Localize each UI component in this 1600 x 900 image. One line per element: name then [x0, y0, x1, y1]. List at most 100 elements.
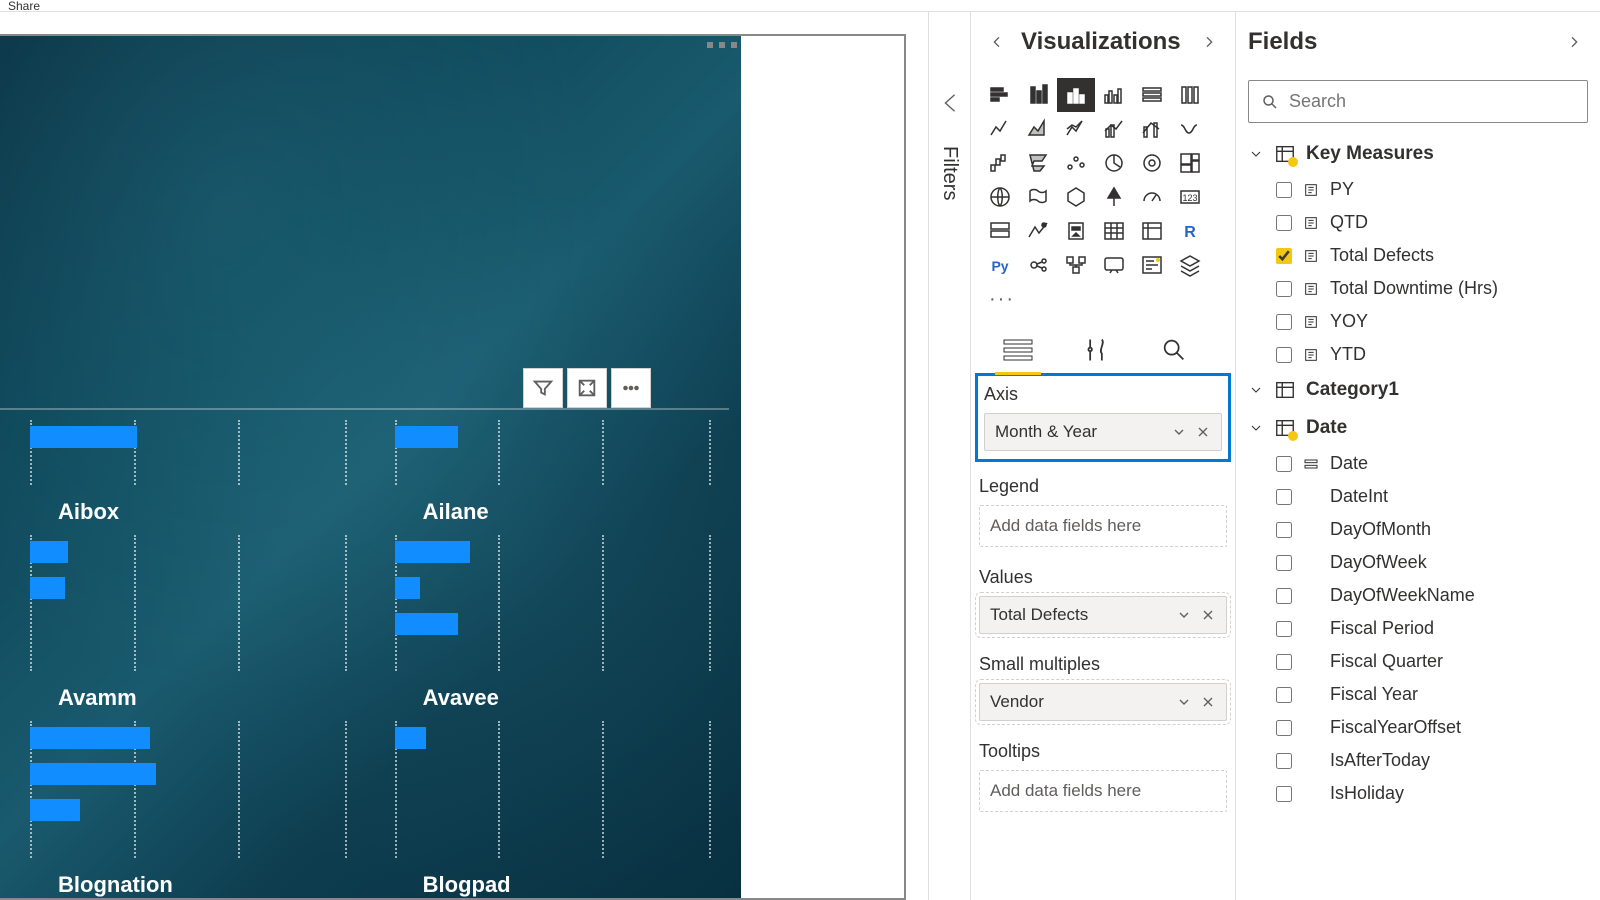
field-item[interactable]: Fiscal Period [1236, 612, 1600, 645]
field-item[interactable]: Fiscal Quarter [1236, 645, 1600, 678]
viz-type-shape-map[interactable] [1057, 180, 1095, 214]
filters-collapse-icon[interactable] [939, 92, 961, 114]
viz-type-100-bar[interactable] [1133, 78, 1171, 112]
chart-bar[interactable] [30, 577, 65, 599]
field-item[interactable]: DateInt [1236, 480, 1600, 513]
share-label[interactable]: Share [8, 0, 40, 13]
field-item[interactable]: PY [1236, 173, 1600, 206]
viz-type-area[interactable] [1019, 112, 1057, 146]
fields-search[interactable] [1248, 80, 1588, 123]
viz-type-stacked-column[interactable] [1057, 78, 1095, 112]
viz-type-donut[interactable] [1133, 146, 1171, 180]
field-item[interactable]: Total Downtime (Hrs) [1236, 272, 1600, 305]
viz-type-slicer[interactable] [1057, 214, 1095, 248]
viz-type-line-col2[interactable] [1133, 112, 1171, 146]
remove-field-icon[interactable] [1195, 424, 1211, 440]
field-checkbox[interactable] [1276, 248, 1292, 264]
field-checkbox[interactable] [1276, 347, 1292, 363]
viz-type-line[interactable] [981, 112, 1019, 146]
chart-bar[interactable] [395, 577, 420, 599]
chart-bar[interactable] [30, 763, 156, 785]
field-checkbox[interactable] [1276, 314, 1292, 330]
field-checkbox[interactable] [1276, 687, 1292, 703]
chart-bar[interactable] [30, 426, 137, 448]
remove-field-icon[interactable] [1200, 607, 1216, 623]
axis-field-pill[interactable]: Month & Year [984, 413, 1222, 451]
viz-type-map[interactable] [981, 180, 1019, 214]
viz-type-qa[interactable] [1095, 248, 1133, 282]
field-checkbox[interactable] [1276, 786, 1292, 802]
chart-bar[interactable] [395, 727, 426, 749]
values-field-pill[interactable]: Total Defects [979, 596, 1227, 634]
more-options-icon[interactable] [611, 368, 651, 408]
viz-type-narrative[interactable] [1133, 248, 1171, 282]
viz-type-waterfall[interactable] [981, 146, 1019, 180]
field-checkbox[interactable] [1276, 720, 1292, 736]
chart-bar[interactable] [30, 541, 68, 563]
field-item[interactable]: YOY [1236, 305, 1600, 338]
field-item[interactable]: QTD [1236, 206, 1600, 239]
field-checkbox[interactable] [1276, 281, 1292, 297]
search-input[interactable] [1289, 91, 1575, 112]
viz-more-icon[interactable]: ··· [971, 288, 1235, 319]
field-checkbox[interactable] [1276, 621, 1292, 637]
remove-field-icon[interactable] [1200, 694, 1216, 710]
viz-collapse-left-icon[interactable] [983, 28, 1011, 56]
sm-field-pill[interactable]: Vendor [979, 683, 1227, 721]
viz-type-card[interactable]: 123 [1171, 180, 1209, 214]
viz-type-paginated[interactable] [1171, 248, 1209, 282]
field-checkbox[interactable] [1276, 588, 1292, 604]
viz-type-stacked-bar[interactable] [981, 78, 1019, 112]
analytics-tab-icon[interactable] [1151, 331, 1197, 369]
field-checkbox[interactable] [1276, 215, 1292, 231]
viz-type-multi-card[interactable] [981, 214, 1019, 248]
chart-bar[interactable] [395, 541, 471, 563]
viz-type-clustered-bar[interactable] [1019, 78, 1057, 112]
fields-collapse-icon[interactable] [1560, 28, 1588, 56]
field-item[interactable]: YTD [1236, 338, 1600, 371]
tooltips-dropzone[interactable]: Add data fields here [979, 770, 1227, 812]
field-checkbox[interactable] [1276, 555, 1292, 571]
field-table-category1[interactable]: Category1 [1236, 371, 1600, 409]
field-item[interactable]: IsHoliday [1236, 777, 1600, 810]
viz-type-filled-map[interactable] [1019, 180, 1057, 214]
chart-bar[interactable] [30, 799, 80, 821]
field-item[interactable]: FiscalYearOffset [1236, 711, 1600, 744]
viz-type-treemap[interactable] [1171, 146, 1209, 180]
viz-type-line-col[interactable] [1095, 112, 1133, 146]
field-item[interactable]: DayOfMonth [1236, 513, 1600, 546]
chevron-down-icon[interactable] [1171, 424, 1187, 440]
filter-visual-icon[interactable] [523, 368, 563, 408]
field-item[interactable]: Fiscal Year [1236, 678, 1600, 711]
viz-type-scatter[interactable] [1057, 146, 1095, 180]
viz-type-table[interactable] [1095, 214, 1133, 248]
format-tab-icon[interactable] [1073, 331, 1119, 369]
field-checkbox[interactable] [1276, 654, 1292, 670]
viz-type-py-visual[interactable]: Py [981, 248, 1019, 282]
chart-bar[interactable] [395, 613, 458, 635]
report-page[interactable]: AiboxAilaneAvammAvaveeBlognationBlogpad [0, 36, 741, 898]
field-checkbox[interactable] [1276, 522, 1292, 538]
viz-type-gauge[interactable] [1133, 180, 1171, 214]
field-table-key-measures[interactable]: Key Measures [1236, 135, 1600, 173]
chart-bar[interactable] [395, 426, 458, 448]
chevron-down-icon[interactable] [1176, 694, 1192, 710]
viz-type-key-influencers[interactable] [1019, 248, 1057, 282]
viz-type-funnel[interactable] [1019, 146, 1057, 180]
viz-type-stacked-area[interactable] [1057, 112, 1095, 146]
viz-type-azure-map[interactable] [1095, 180, 1133, 214]
field-item[interactable]: DayOfWeekName [1236, 579, 1600, 612]
focus-mode-icon[interactable] [567, 368, 607, 408]
fields-tab-icon[interactable] [995, 331, 1041, 369]
canvas-options-icon[interactable] [707, 42, 737, 48]
viz-type-r-visual[interactable]: R [1171, 214, 1209, 248]
field-checkbox[interactable] [1276, 182, 1292, 198]
viz-type-100-column[interactable] [1171, 78, 1209, 112]
viz-type-kpi[interactable] [1019, 214, 1057, 248]
legend-dropzone[interactable]: Add data fields here [979, 505, 1227, 547]
chevron-down-icon[interactable] [1176, 607, 1192, 623]
viz-type-ribbon[interactable] [1171, 112, 1209, 146]
viz-type-matrix[interactable] [1133, 214, 1171, 248]
viz-type-pie[interactable] [1095, 146, 1133, 180]
viz-type-clustered-column[interactable] [1095, 78, 1133, 112]
